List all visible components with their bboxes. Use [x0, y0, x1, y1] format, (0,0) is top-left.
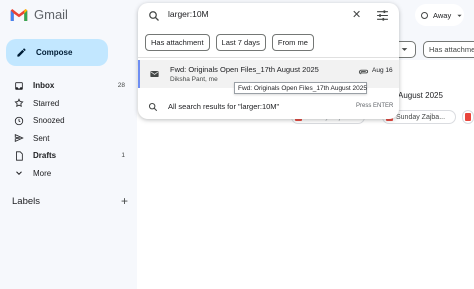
bg-email-snippet: August 2025: [398, 91, 443, 100]
status-label: Away: [433, 10, 452, 20]
email-from: Diksha Pant, me: [170, 76, 218, 83]
compose-label: Compose: [36, 48, 73, 57]
search-chips: Has attachment Last 7 days From me: [145, 34, 314, 51]
sidebar-item-sent[interactable]: Sent: [0, 130, 134, 148]
mail-icon: [150, 71, 159, 77]
attachment-icon: [358, 69, 369, 75]
bg-has-attachment-chip[interactable]: Has attachment: [423, 41, 474, 58]
pencil-icon: [17, 48, 26, 57]
sidebar-item-snoozed[interactable]: Snoozed: [0, 112, 134, 130]
enter-hint: Press ENTER: [356, 103, 394, 109]
sidebar-item-label: Inbox: [33, 81, 55, 91]
send-icon: [14, 133, 24, 143]
clear-search-icon[interactable]: ✕: [352, 9, 361, 21]
labels-section: Labels +: [12, 194, 128, 208]
drafts-count: 1: [121, 152, 125, 160]
sidebar-item-label: More: [33, 168, 52, 178]
attachment-name: Sunday Zajba...: [396, 113, 446, 121]
search-options-icon[interactable]: [376, 10, 389, 21]
inbox-icon: [14, 81, 24, 91]
sidebar-item-starred[interactable]: Starred: [0, 95, 134, 113]
search-dropdown: larger:10M ✕ Has attachment Last 7 days …: [138, 3, 399, 119]
pdf-icon: [465, 113, 471, 121]
search-icon[interactable]: [148, 10, 160, 22]
sidebar-item-label: Snoozed: [33, 116, 65, 126]
divider: [138, 57, 399, 58]
inbox-count: 28: [117, 82, 125, 90]
draft-icon: [14, 151, 24, 161]
sidebar-item-inbox[interactable]: Inbox 28: [0, 77, 134, 95]
gmail-m-icon: [10, 8, 28, 21]
search-input[interactable]: larger:10M: [168, 9, 209, 19]
search-icon: [148, 102, 158, 112]
sidebar-item-label: Sent: [33, 133, 50, 143]
all-results-label: All search results for "larger:10M": [168, 102, 280, 111]
bg-attachment-chip-partial[interactable]: [462, 110, 474, 124]
sidebar-item-label: Starred: [33, 98, 60, 108]
email-date: Aug 16: [372, 67, 393, 74]
status-button[interactable]: Away: [415, 4, 464, 26]
labels-heading: Labels: [12, 195, 40, 207]
all-search-results[interactable]: All search results for "larger:10M" Pres…: [138, 98, 399, 116]
subject-tooltip: Fwd: Originals Open Files_17th August 20…: [234, 82, 367, 94]
email-subject: Fwd: Originals Open Files_17th August 20…: [170, 65, 319, 74]
star-icon: [14, 98, 24, 108]
away-status-icon: [421, 11, 428, 19]
add-label-button[interactable]: +: [121, 194, 128, 208]
chip-has-attachment[interactable]: Has attachment: [145, 34, 210, 51]
search-bar: larger:10M ✕: [138, 3, 399, 29]
sidebar-item-more[interactable]: More: [0, 165, 134, 183]
chevron-down-icon: [14, 168, 24, 178]
sidebar-item-label: Drafts: [33, 151, 57, 161]
app-name: Gmail: [34, 7, 68, 22]
dropdown-icon: [457, 14, 462, 17]
clock-icon: [14, 116, 24, 126]
compose-button[interactable]: Compose: [6, 39, 108, 66]
sidebar-nav: Inbox 28 Starred Snoozed Sent Drafts 1 M…: [0, 77, 134, 182]
sidebar-item-drafts[interactable]: Drafts 1: [0, 147, 134, 165]
caret-down-icon: [401, 48, 407, 51]
gmail-app: Gmail Compose Inbox 28 Starred Snoozed S…: [0, 0, 474, 289]
chip-from-me[interactable]: From me: [271, 34, 314, 51]
gmail-logo[interactable]: Gmail: [10, 7, 68, 22]
chip-last-7-days[interactable]: Last 7 days: [215, 34, 266, 51]
